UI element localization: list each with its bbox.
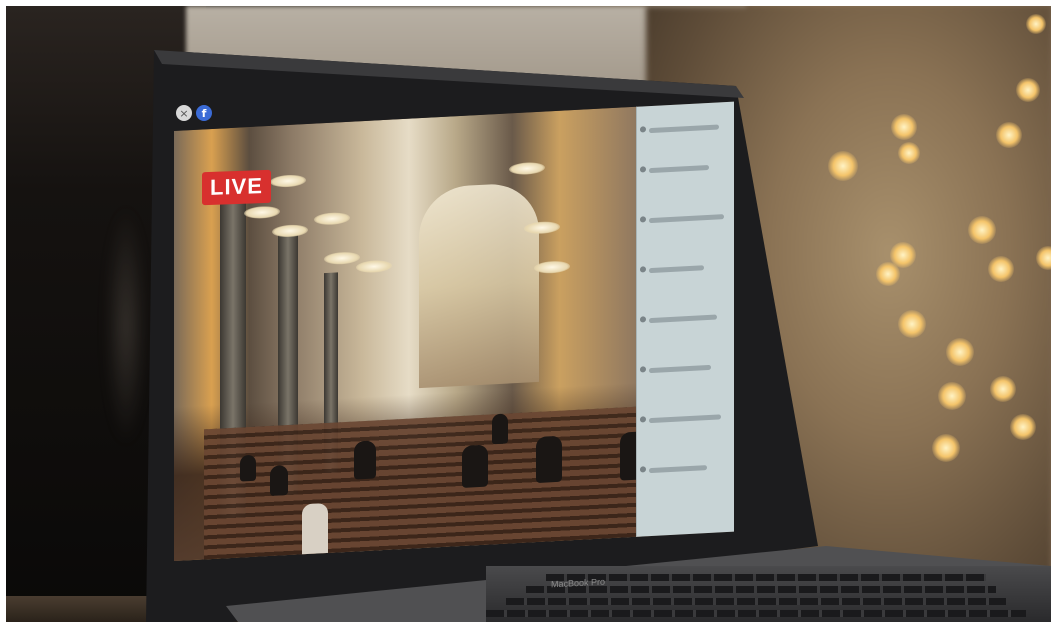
- comment-line: [649, 265, 704, 274]
- robed-figure: [302, 502, 328, 561]
- comment-line: [649, 314, 717, 324]
- congregant: [240, 454, 256, 482]
- chandelier-light: [324, 251, 360, 266]
- comment-line: [649, 465, 707, 474]
- comment-line: [649, 414, 721, 424]
- congregant: [462, 444, 488, 488]
- congregant: [492, 413, 508, 445]
- facebook-icon[interactable]: f: [196, 105, 212, 121]
- church-altar: [419, 181, 539, 389]
- comment-line: [649, 364, 711, 374]
- comment-avatar: [640, 416, 646, 423]
- chandelier-light: [270, 174, 306, 188]
- chandelier-light: [272, 223, 308, 238]
- laptop-keyboard: [486, 566, 1051, 622]
- comment-line: [649, 164, 709, 174]
- keyboard-row: [486, 610, 1026, 617]
- comment-avatar: [640, 366, 646, 373]
- congregant: [270, 465, 288, 496]
- chandelier-light: [314, 211, 350, 226]
- chandelier-light: [356, 259, 392, 274]
- keyboard-row: [526, 586, 996, 593]
- close-icon[interactable]: ×: [176, 105, 192, 121]
- comment-avatar: [640, 166, 646, 173]
- photo-scene: LIVE × f MacBook Pro: [6, 6, 1051, 622]
- comment-line: [649, 124, 719, 134]
- chandelier-light: [524, 220, 560, 235]
- congregant: [354, 440, 376, 480]
- comment-avatar: [640, 216, 646, 223]
- comment-line: [649, 214, 724, 224]
- chandelier-light: [534, 260, 570, 275]
- comment-avatar: [640, 266, 646, 273]
- comments-panel[interactable]: [636, 101, 734, 557]
- congregant: [536, 435, 562, 484]
- comment-avatar: [640, 316, 646, 323]
- chandelier-light: [509, 161, 545, 176]
- comment-avatar: [640, 126, 646, 133]
- chandelier-light: [244, 205, 280, 220]
- live-badge: LIVE: [202, 169, 271, 206]
- keyboard-row: [506, 598, 1006, 605]
- comment-avatar: [640, 466, 646, 473]
- keyboard-row: [546, 574, 986, 581]
